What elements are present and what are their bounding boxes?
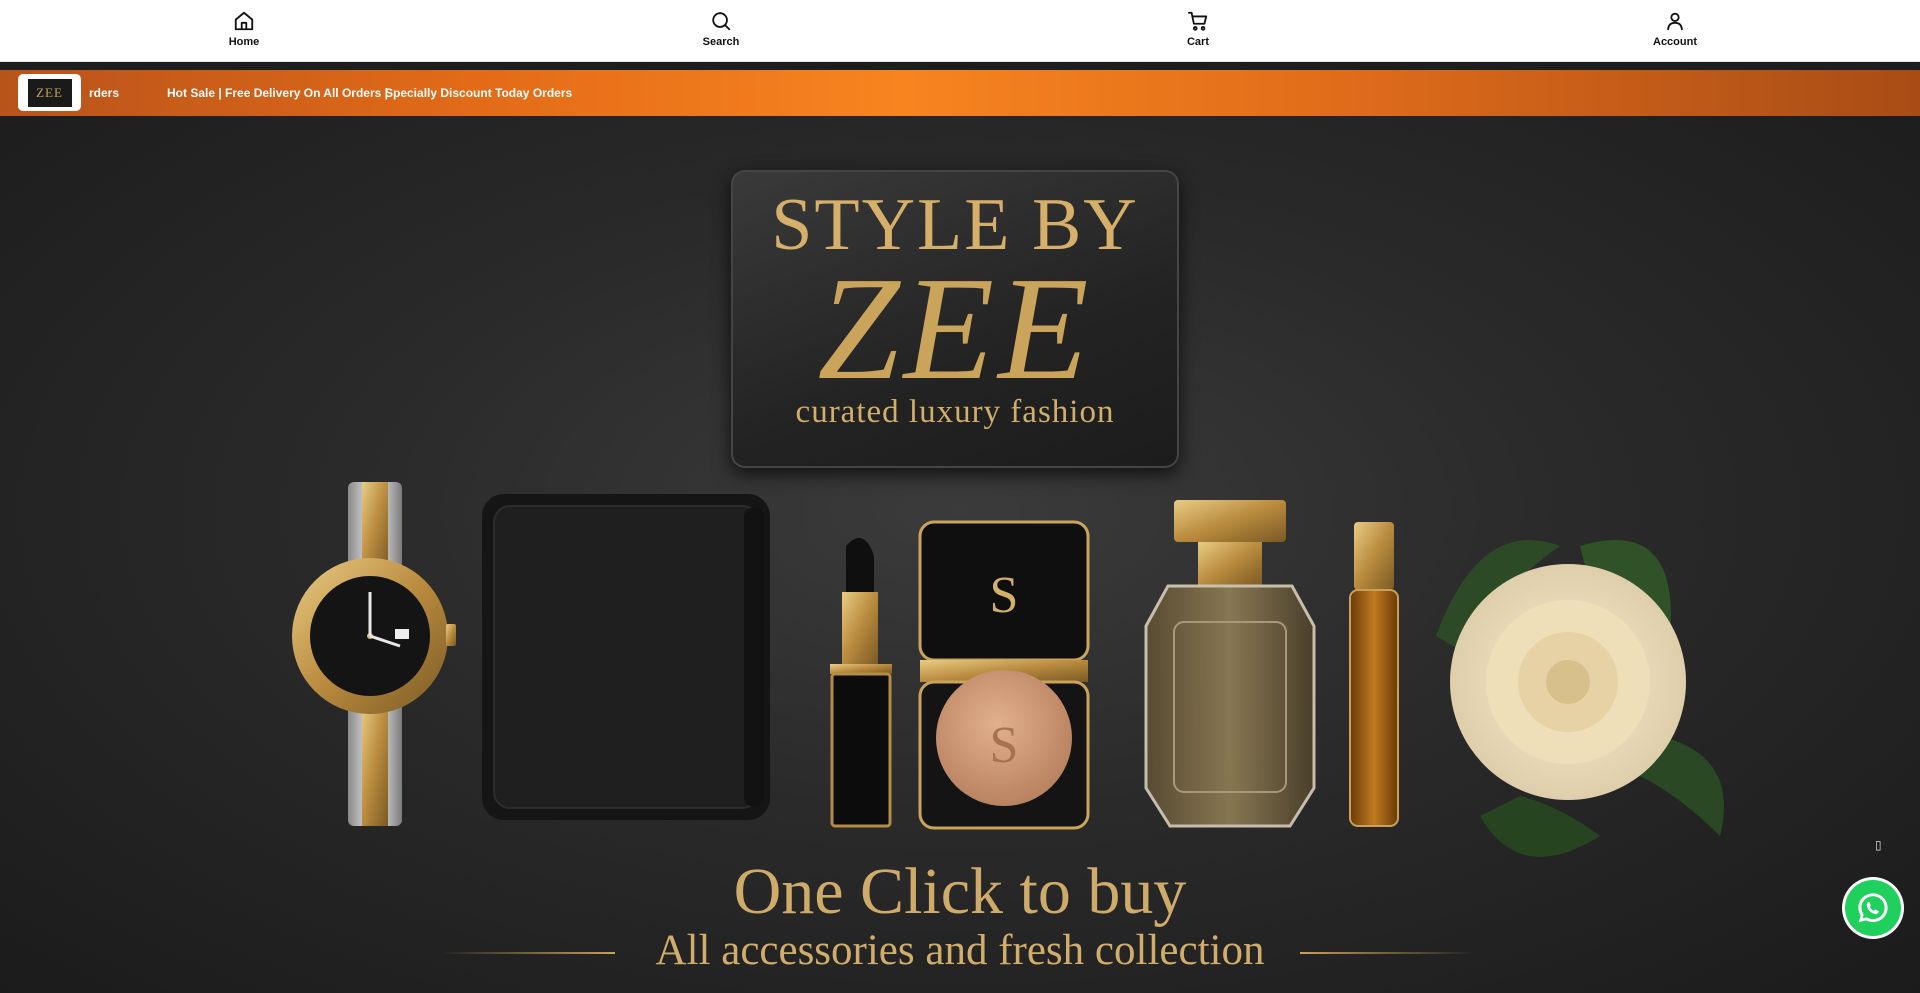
promo-text-hot-sale: Hot Sale | Free Delivery On All Orders | (167, 86, 389, 100)
svg-text:S: S (990, 567, 1019, 624)
watch-product (292, 482, 456, 826)
wallet-product (482, 494, 770, 820)
account-icon (1667, 12, 1683, 31)
promo-marquee-bar: ZEE rders Hot Sale | Free Delivery On Al… (0, 70, 1920, 116)
nav-account[interactable]: Account (1615, 10, 1735, 48)
lipstick-product (830, 538, 892, 828)
hero-subheadline: All accessories and fresh collection (655, 927, 1265, 974)
nav-cart-label: Cart (1186, 36, 1209, 48)
promo-text-discount: Specially Discount Today Orders (385, 86, 573, 100)
plaque-line-tagline: curated luxury fashion (795, 394, 1115, 430)
whatsapp-chat-button[interactable] (1842, 877, 1904, 939)
nav-cart[interactable]: Cart (1138, 10, 1258, 48)
hero-divider-right (1300, 952, 1475, 954)
plaque-line-zee: ZEE (817, 247, 1093, 411)
hero-headline: One Click to buy (733, 855, 1187, 928)
home-icon (234, 11, 254, 31)
brand-plaque: STYLE BY ZEE curated luxury fashion (731, 170, 1179, 468)
nav-search-label: Search (702, 36, 740, 48)
cart-icon (1187, 11, 1208, 31)
svg-text:S: S (990, 717, 1019, 774)
perfume-product (1144, 500, 1316, 828)
bottom-nav-bar: Home Search Cart Account (0, 0, 1920, 62)
compact-product: S S (918, 520, 1090, 830)
hero-banner[interactable]: S S STYLE BY ZEE curated luxury fashion … (0, 116, 1920, 993)
nav-account-label: Account (1653, 36, 1697, 48)
store-logo[interactable]: ZEE (18, 74, 81, 111)
scroll-to-top-button[interactable]: ▯ (1875, 838, 1882, 852)
search-icon (712, 12, 731, 31)
whatsapp-icon (1858, 893, 1888, 923)
gardenia-flower (1436, 540, 1724, 857)
store-logo-mark: ZEE (27, 78, 72, 107)
nav-home[interactable]: Home (184, 10, 304, 48)
promo-text-fragment: rders (89, 86, 120, 100)
nav-home-label: Home (228, 36, 260, 48)
nav-search[interactable]: Search (661, 10, 781, 48)
perfume-vial-product (1349, 522, 1399, 827)
